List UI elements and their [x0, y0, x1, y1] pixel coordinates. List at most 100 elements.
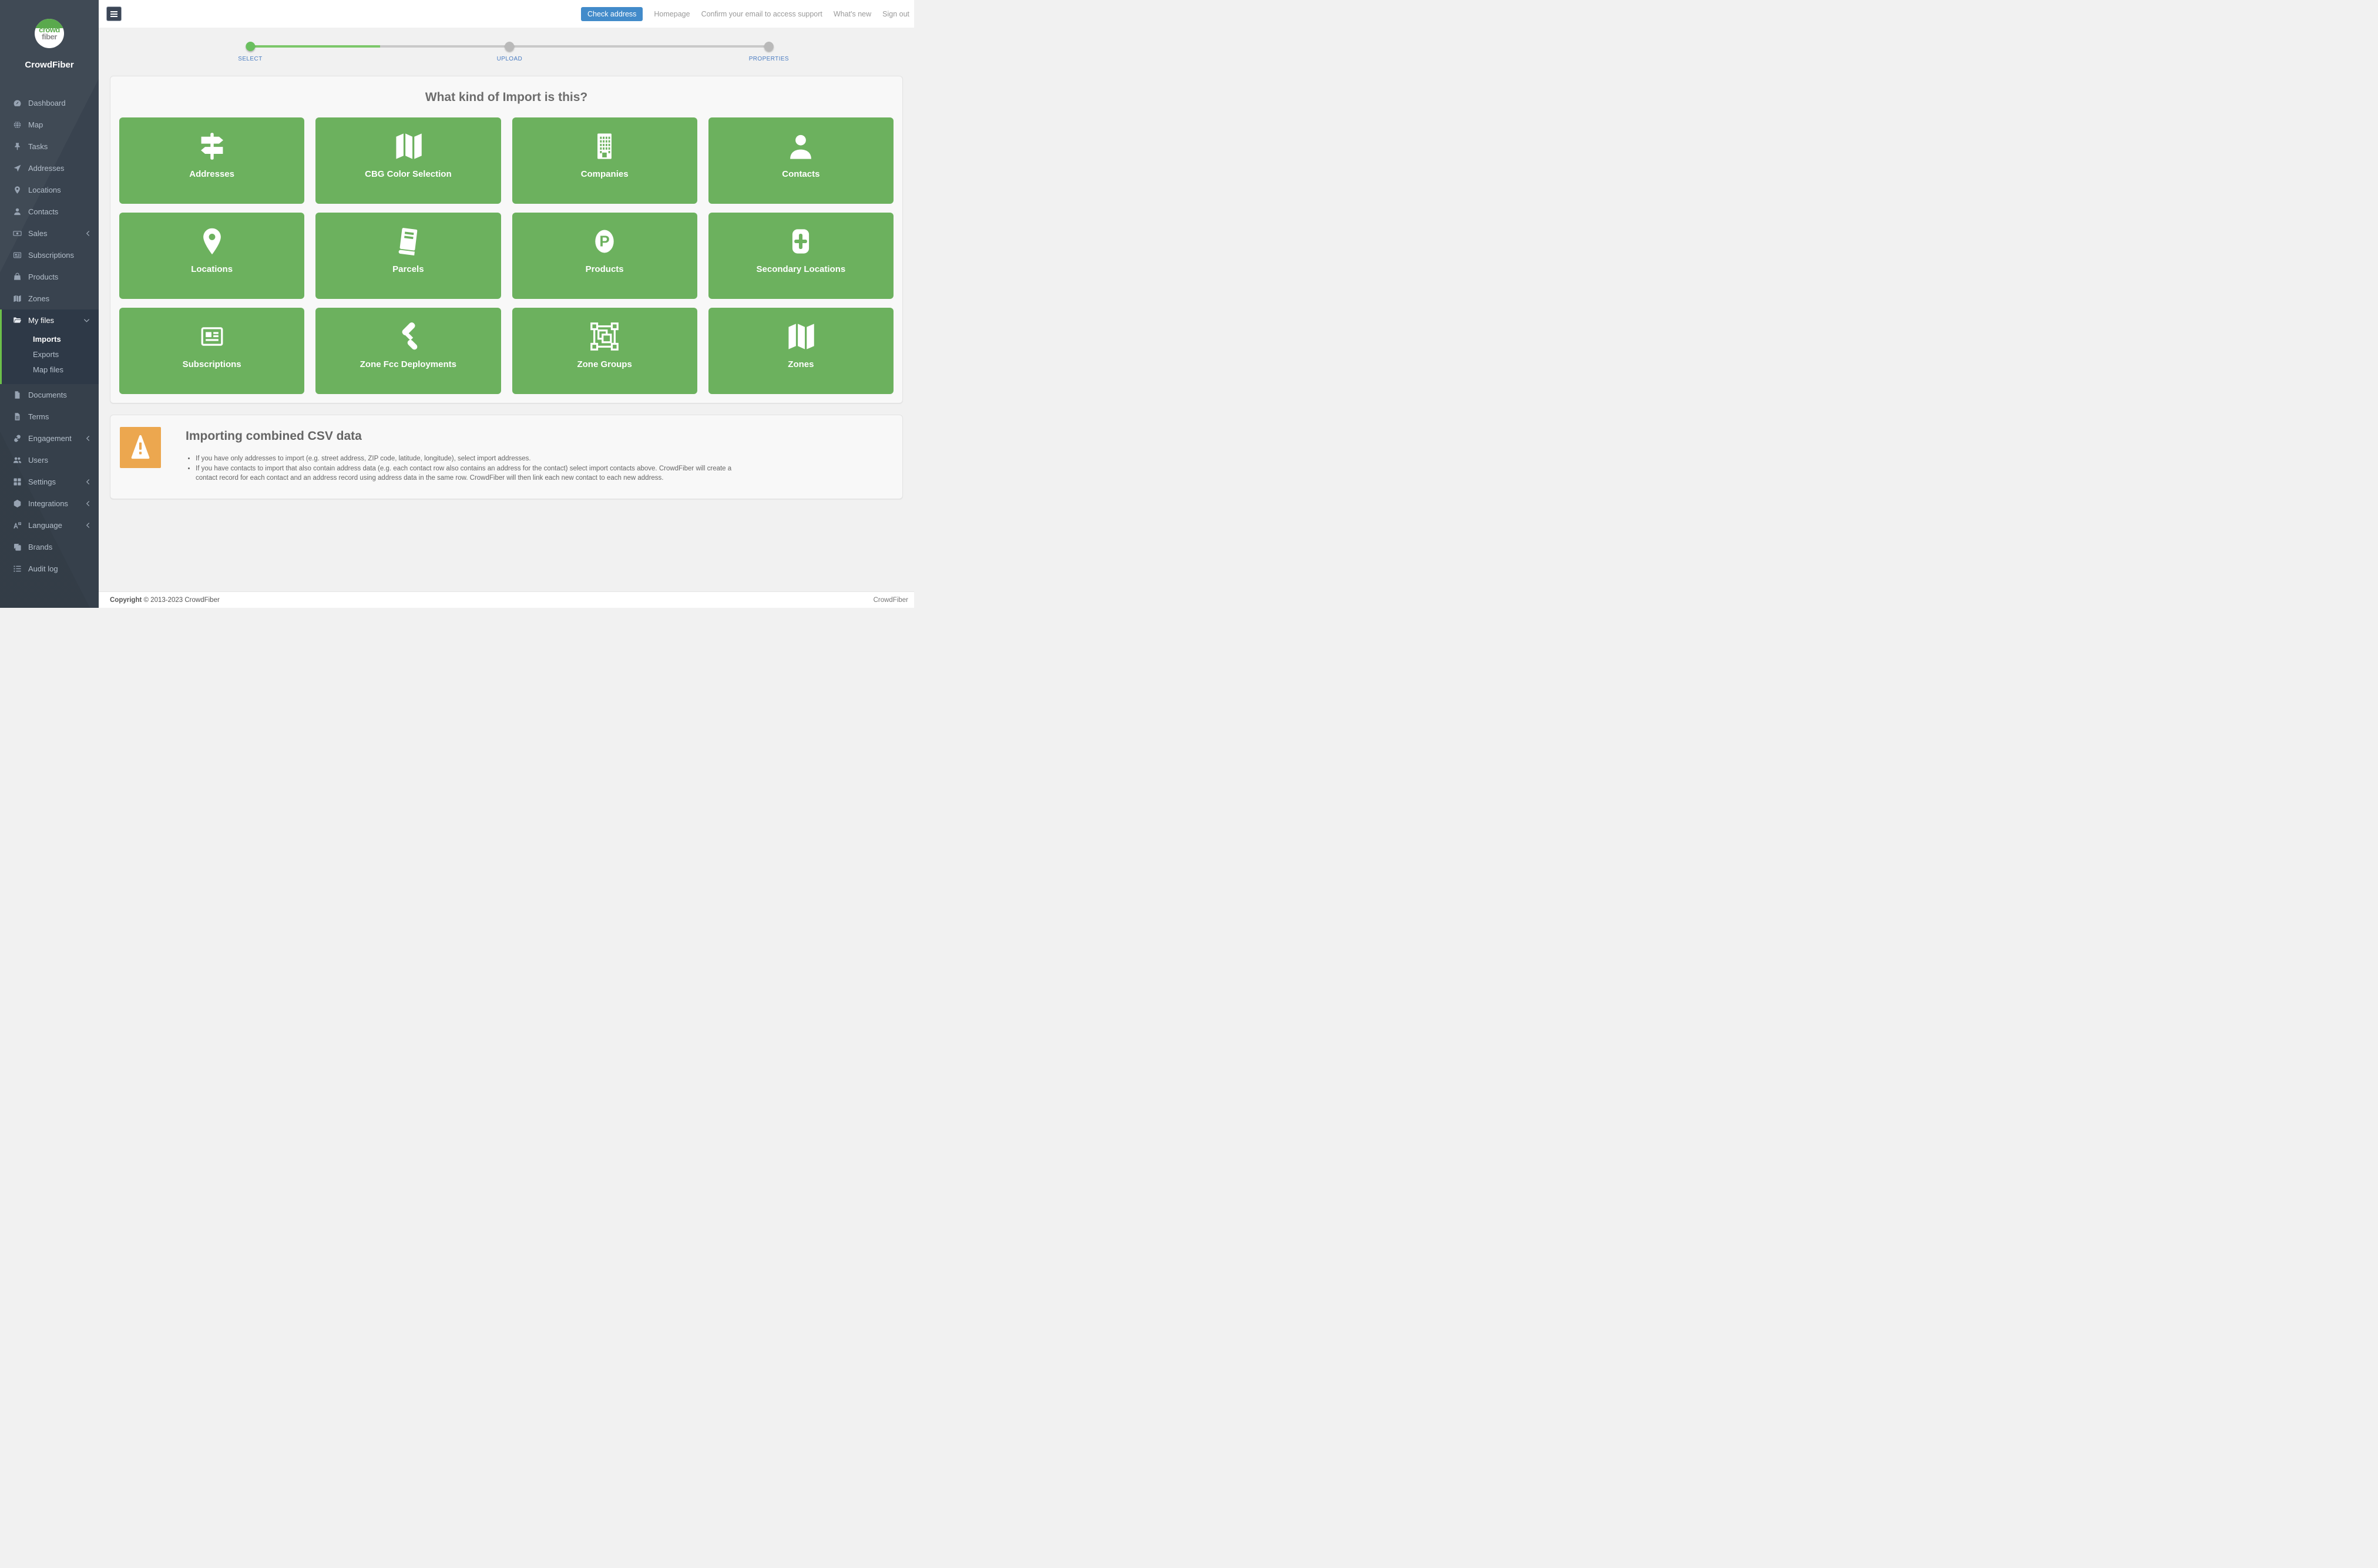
step-upload-dot — [505, 42, 514, 51]
sidebar-item-label: Locations — [28, 186, 61, 194]
sidebar-item-map[interactable]: Map — [0, 114, 99, 136]
sidebar-item-label: Settings — [28, 477, 56, 486]
sidebar-subitem-exports[interactable]: Exports — [2, 346, 99, 362]
sidebar-item-settings[interactable]: Settings — [0, 471, 99, 493]
folded-map-icon — [393, 131, 424, 161]
sidebar-item-tasks[interactable]: Tasks — [0, 136, 99, 157]
sidebar-item-label: Brands — [28, 543, 52, 551]
chevron-left-icon — [86, 479, 90, 485]
import-stepper: SELECT UPLOAD PROPERTIES — [110, 36, 903, 69]
sidebar-item-products[interactable]: Products — [0, 266, 99, 288]
chevron-left-icon — [86, 522, 90, 529]
book-icon — [393, 226, 424, 257]
footer-brand: CrowdFiber — [874, 597, 908, 604]
card-parcels[interactable]: Parcels — [315, 213, 501, 299]
product-p-icon: P — [589, 226, 620, 257]
app-window: crowd fiber CrowdFiber Dashboard Map Tas… — [0, 0, 914, 608]
sidebar-item-contacts[interactable]: Contacts — [0, 201, 99, 223]
sidebar-item-audit-log[interactable]: Audit log — [0, 558, 99, 580]
sidebar-item-brands[interactable]: Brands — [0, 536, 99, 558]
link-icon — [13, 434, 22, 443]
sidebar-item-label: Dashboard — [28, 99, 66, 107]
sidebar-item-label: Language — [28, 521, 62, 530]
import-type-panel: What kind of Import is this? Addresses C… — [110, 76, 903, 403]
globe-icon — [13, 120, 22, 129]
logo-text-fiber: fiber — [35, 33, 64, 41]
building-icon — [589, 131, 620, 161]
card-addresses[interactable]: Addresses — [119, 117, 304, 204]
users-icon — [13, 456, 22, 465]
main-column: Check address Homepage Confirm your emai… — [99, 0, 914, 608]
notice-bullet-list: If you have only addresses to import (e.… — [186, 454, 753, 483]
topbar-links: Check address Homepage Confirm your emai… — [581, 7, 909, 21]
card-zones[interactable]: Zones — [708, 308, 894, 394]
card-products[interactable]: P Products — [512, 213, 697, 299]
topbar-link-homepage[interactable]: Homepage — [654, 10, 690, 18]
sidebar-item-dashboard[interactable]: Dashboard — [0, 92, 99, 114]
user-icon — [13, 207, 22, 216]
grid-icon — [13, 477, 22, 486]
sidebar-nav: Dashboard Map Tasks Addresses Locations — [0, 92, 99, 580]
topbar-link-whats-new[interactable]: What's new — [834, 10, 871, 18]
sidebar-item-documents[interactable]: Documents — [0, 384, 99, 406]
sidebar-item-locations[interactable]: Locations — [0, 179, 99, 201]
location-arrow-icon — [13, 164, 22, 173]
sidebar-item-subscriptions[interactable]: Subscriptions — [0, 244, 99, 266]
sidebar-subitem-map-files[interactable]: Map files — [2, 362, 99, 377]
card-cbg-color-selection[interactable]: CBG Color Selection — [315, 117, 501, 204]
folded-map-icon — [785, 321, 816, 352]
thumbtack-icon — [13, 142, 22, 151]
file-icon — [13, 391, 22, 399]
newspaper-icon — [13, 251, 22, 260]
import-notice-panel: Importing combined CSV data If you have … — [110, 415, 903, 499]
file-text-icon — [13, 412, 22, 421]
step-select-dot — [246, 42, 255, 51]
sidebar-item-label: Contacts — [28, 207, 58, 216]
map-icon — [13, 294, 22, 303]
sidebar-item-label: Users — [28, 456, 48, 465]
sidebar-subitem-imports[interactable]: Imports — [2, 331, 99, 346]
gavel-icon — [393, 321, 424, 352]
card-locations[interactable]: Locations — [119, 213, 304, 299]
sidebar-item-label: Subscriptions — [28, 251, 74, 260]
import-type-grid: Addresses CBG Color Selection Companies … — [119, 117, 894, 394]
check-address-button[interactable]: Check address — [581, 7, 643, 21]
sidebar-item-zones[interactable]: Zones — [0, 288, 99, 309]
topbar-link-sign-out[interactable]: Sign out — [882, 10, 909, 18]
sidebar-item-terms[interactable]: Terms — [0, 406, 99, 428]
map-marker-icon — [197, 226, 227, 257]
chevron-left-icon — [86, 500, 90, 507]
card-secondary-locations[interactable]: Secondary Locations — [708, 213, 894, 299]
sidebar-item-sales[interactable]: Sales — [0, 223, 99, 244]
sidebar-item-users[interactable]: Users — [0, 449, 99, 471]
brand-block: crowd fiber CrowdFiber — [0, 0, 99, 70]
card-zone-fcc-deployments[interactable]: Zone Fcc Deployments — [315, 308, 501, 394]
folder-open-icon — [13, 316, 22, 325]
sidebar-item-engagement[interactable]: Engagement — [0, 428, 99, 449]
sidebar-item-language[interactable]: Language — [0, 514, 99, 536]
card-subscriptions[interactable]: Subscriptions — [119, 308, 304, 394]
plus-square-icon — [785, 226, 816, 257]
ordered-list-icon — [13, 564, 22, 573]
warning-triangle-icon — [127, 434, 154, 461]
sidebar-item-addresses[interactable]: Addresses — [0, 157, 99, 179]
dashboard-icon — [13, 99, 22, 107]
step-upload: UPLOAD — [497, 42, 523, 62]
chevron-down-icon — [83, 318, 90, 323]
card-contacts[interactable]: Contacts — [708, 117, 894, 204]
sidebar-group-my-files: My files Imports Exports Map files — [0, 309, 99, 384]
hexagon-icon — [13, 499, 22, 508]
sidebar-item-integrations[interactable]: Integrations — [0, 493, 99, 514]
card-zone-groups[interactable]: Zone Groups — [512, 308, 697, 394]
sidebar-item-my-files[interactable]: My files — [2, 309, 99, 331]
brand-name: CrowdFiber — [0, 60, 99, 70]
user-icon — [785, 131, 816, 161]
topbar: Check address Homepage Confirm your emai… — [99, 0, 914, 28]
card-companies[interactable]: Companies — [512, 117, 697, 204]
sidebar-item-label: Integrations — [28, 499, 68, 508]
topbar-link-confirm-email[interactable]: Confirm your email to access support — [701, 10, 822, 18]
notice-body: Importing combined CSV data If you have … — [186, 427, 753, 483]
sidebar-toggle-button[interactable] — [106, 6, 122, 21]
step-properties: PROPERTIES — [749, 42, 789, 62]
map-marker-icon — [13, 186, 22, 194]
